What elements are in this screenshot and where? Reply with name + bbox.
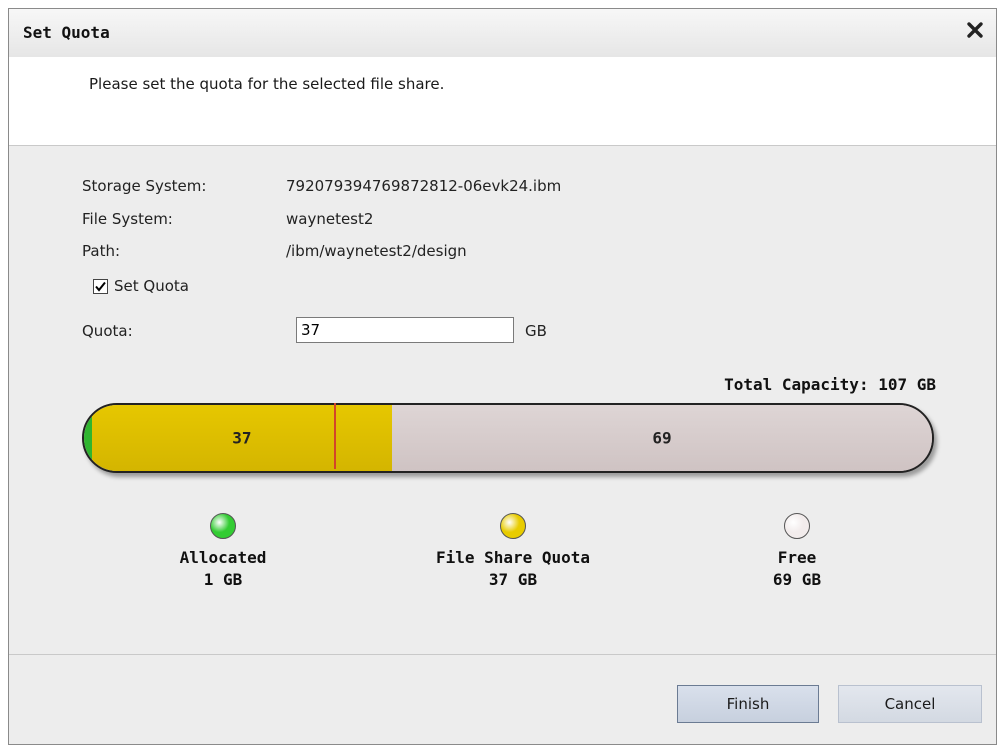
legend-quota-value: 37 GB xyxy=(488,570,538,589)
file-system-label: File System: xyxy=(82,210,173,228)
set-quota-checkbox-row[interactable]: Set Quota xyxy=(93,277,189,295)
allocated-dot-icon xyxy=(210,513,236,539)
legend-free-name: Free xyxy=(777,548,817,567)
quota-dot-icon xyxy=(500,513,526,539)
quota-segment-label: 37 xyxy=(232,428,252,448)
allocated-segment xyxy=(84,405,92,471)
legend-allocated-value: 1 GB xyxy=(203,570,243,589)
quota-segment: 37 xyxy=(91,405,392,471)
capacity-bar: 37 69 xyxy=(82,403,934,473)
file-system-value: waynetest2 xyxy=(286,210,374,228)
free-segment: 69 xyxy=(391,405,932,471)
quota-input[interactable] xyxy=(296,317,514,343)
intro-text: Please set the quota for the selected fi… xyxy=(89,75,445,93)
storage-system-label: Storage System: xyxy=(82,177,207,195)
set-quota-dialog: Set Quota Please set the quota for the s… xyxy=(8,8,997,745)
quota-label: Quota: xyxy=(82,322,133,340)
quota-marker[interactable] xyxy=(334,403,336,469)
quota-unit: GB xyxy=(525,322,547,340)
footer-divider xyxy=(9,654,996,655)
path-value: /ibm/waynetest2/design xyxy=(286,242,467,260)
set-quota-checkbox[interactable] xyxy=(93,278,108,294)
legend-free: Free 69 GB xyxy=(687,513,907,591)
legend-free-value: 69 GB xyxy=(772,570,822,589)
free-segment-label: 69 xyxy=(652,428,672,448)
legend-allocated-name: Allocated xyxy=(179,548,267,567)
intro-panel: Please set the quota for the selected fi… xyxy=(9,57,996,146)
cancel-button[interactable]: Cancel xyxy=(838,685,982,723)
total-capacity: Total Capacity: 107 GB xyxy=(724,375,936,394)
legend-quota-name: File Share Quota xyxy=(435,548,591,567)
free-dot-icon xyxy=(784,513,810,539)
legend-quota: File Share Quota 37 GB xyxy=(403,513,623,591)
finish-button[interactable]: Finish xyxy=(677,685,819,723)
storage-system-value: 792079394769872812-06evk24.ibm xyxy=(286,177,562,195)
dialog-titlebar: Set Quota xyxy=(9,9,996,58)
set-quota-checkbox-label: Set Quota xyxy=(114,277,189,295)
checkmark-icon xyxy=(95,281,106,292)
dialog-title: Set Quota xyxy=(23,23,110,42)
close-icon[interactable] xyxy=(964,19,986,41)
path-label: Path: xyxy=(82,242,121,260)
legend-allocated: Allocated 1 GB xyxy=(113,513,333,591)
